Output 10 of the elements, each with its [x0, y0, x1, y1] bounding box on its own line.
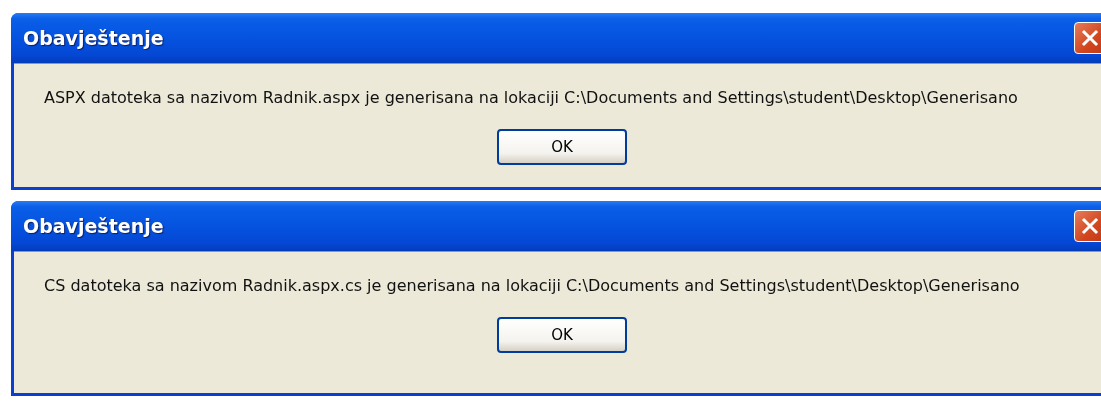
- close-button[interactable]: [1074, 22, 1101, 54]
- ok-button[interactable]: OK: [497, 129, 627, 165]
- close-icon: [1080, 216, 1100, 236]
- ok-button[interactable]: OK: [497, 317, 627, 353]
- message-text: ASPX datoteka sa nazivom Radnik.aspx je generisana na lokaciji C:\Documents and Settings\student\Desktop\Generisano: [44, 88, 1018, 107]
- close-button[interactable]: [1074, 210, 1101, 242]
- window-title: Obavještenje: [23, 27, 164, 49]
- close-icon: [1080, 28, 1100, 48]
- message-text: CS datoteka sa nazivom Radnik.aspx.cs je generisana na lokaciji C:\Documents and Settings\student\Desktop\Generisano: [44, 276, 1020, 295]
- window-title: Obavještenje: [23, 215, 164, 237]
